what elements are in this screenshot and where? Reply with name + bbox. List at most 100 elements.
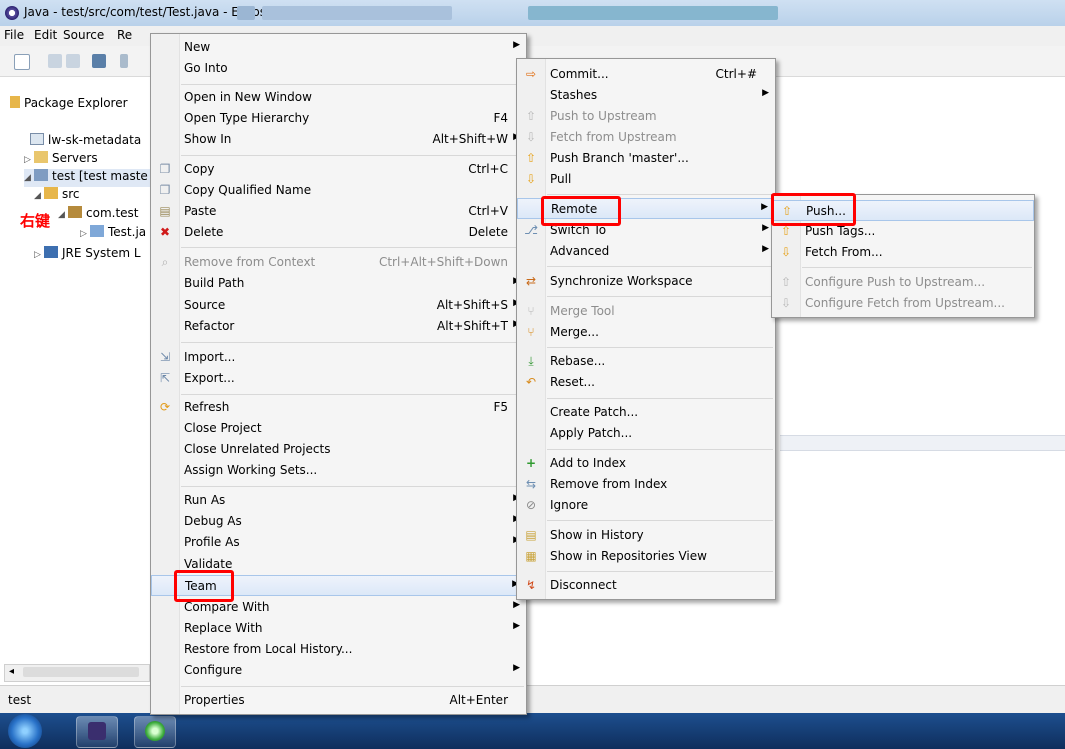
- collapse-arrow-icon[interactable]: ◢: [58, 210, 68, 220]
- terminal-icon[interactable]: [92, 54, 106, 68]
- start-button-icon[interactable]: [8, 714, 42, 748]
- tree-item[interactable]: ◢ com.test: [58, 206, 139, 224]
- tree-item[interactable]: ▷ Test.ja: [80, 225, 146, 243]
- remove-context-icon: ⌕: [161, 255, 169, 269]
- configure-fetch-icon: ⇩: [780, 296, 792, 310]
- menu-item-import[interactable]: ⇲ Import...: [151, 347, 526, 368]
- blurred-tab-icon: [237, 6, 255, 20]
- tree-item[interactable]: ▷ JRE System L: [34, 246, 141, 264]
- tree-item[interactable]: ◢ src: [34, 187, 80, 205]
- menu-source[interactable]: Source: [63, 28, 104, 42]
- menu-item-debug-as[interactable]: Debug As▶: [151, 511, 526, 532]
- menu-item-merge-tool[interactable]: ⑂ Merge Tool: [517, 301, 775, 322]
- menu-item-assign-working-sets[interactable]: Assign Working Sets...: [151, 460, 526, 481]
- reset-icon: ↶: [525, 375, 537, 389]
- menu-item-fetch-from[interactable]: ⇩ Fetch From...: [772, 242, 1034, 263]
- menu-item-build-path[interactable]: Build Path▶: [151, 273, 526, 294]
- menu-item-show-in-repositories[interactable]: ▦ Show in Repositories View: [517, 546, 775, 567]
- explorer-scrollbar[interactable]: ◂: [4, 664, 150, 682]
- task-eclipse[interactable]: [76, 716, 118, 748]
- menu-item-configure-fetch-upstream[interactable]: ⇩ Configure Fetch from Upstream...: [772, 293, 1034, 314]
- menu-item-open-type-hierarchy[interactable]: Open Type Hierarchy F4: [151, 108, 526, 129]
- menu-item-show-in-history[interactable]: ▤ Show in History: [517, 525, 775, 546]
- submenu-arrow-icon: ▶: [762, 88, 769, 98]
- menu-item-open-in-new-window[interactable]: Open in New Window: [151, 87, 526, 108]
- task-browser[interactable]: [134, 716, 176, 748]
- menu-edit[interactable]: Edit: [34, 28, 57, 42]
- new-icon[interactable]: [14, 54, 30, 70]
- menu-item-commit[interactable]: ⇨ Commit... Ctrl+#: [517, 64, 775, 85]
- menu-item-stashes[interactable]: Stashes ▶: [517, 85, 775, 106]
- menu-item-show-in[interactable]: Show InAlt+Shift+W▶: [151, 129, 526, 150]
- menu-item-advanced[interactable]: Advanced ▶: [517, 241, 775, 262]
- menu-item-copy-qualified-name[interactable]: ❐ Copy Qualified Name: [151, 180, 526, 201]
- menu-item-copy[interactable]: ❐ Copy Ctrl+C: [151, 159, 526, 180]
- menu-item-delete[interactable]: ✖ Delete Delete: [151, 222, 526, 243]
- source-folder-icon: [44, 187, 58, 199]
- menu-item-properties[interactable]: Properties Alt+Enter: [151, 690, 526, 711]
- title-bar: Java - test/src/com/test/Test.java - Ecl…: [0, 0, 1065, 26]
- expand-arrow-icon[interactable]: ▷: [24, 155, 34, 165]
- menu-file[interactable]: File: [4, 28, 24, 42]
- menu-item-apply-patch[interactable]: Apply Patch...: [517, 423, 775, 444]
- menu-item-reset[interactable]: ↶ Reset...: [517, 372, 775, 393]
- menu-item-close-project[interactable]: Close Project: [151, 418, 526, 439]
- menu-item-paste[interactable]: ▤ Paste Ctrl+V: [151, 201, 526, 222]
- expand-arrow-icon[interactable]: ▷: [80, 229, 90, 239]
- status-text: test: [8, 693, 32, 707]
- blurred-tab[interactable]: [262, 6, 452, 20]
- tree-item[interactable]: ▷ Servers: [24, 151, 98, 169]
- switch-branch-icon: ⎇: [524, 223, 538, 237]
- menu-item-refresh[interactable]: ⟳ Refresh F5: [151, 397, 526, 418]
- menu-item-remove-from-context[interactable]: ⌕ Remove from Context Ctrl+Alt+Shift+Down: [151, 252, 526, 273]
- menu-item-push-branch[interactable]: ⇧ Push Branch 'master'...: [517, 148, 775, 169]
- menu-item-create-patch[interactable]: Create Patch...: [517, 402, 775, 423]
- menu-item-ignore[interactable]: ⊘ Ignore: [517, 495, 775, 516]
- commit-icon: ⇨: [525, 67, 537, 81]
- menu-refactor[interactable]: Re: [117, 28, 132, 42]
- menu-item-run-as[interactable]: Run As▶: [151, 490, 526, 511]
- menu-item-synchronize-workspace[interactable]: ⇄ Synchronize Workspace: [517, 271, 775, 292]
- submenu-arrow-icon: ▶: [761, 202, 768, 212]
- menu-item-remove-from-index[interactable]: ⇆ Remove from Index: [517, 474, 775, 495]
- menu-item-refactor[interactable]: RefactorAlt+Shift+T▶: [151, 316, 526, 337]
- submenu-arrow-icon: ▶: [513, 600, 520, 610]
- toolbar-overflow-icon[interactable]: [120, 54, 128, 68]
- menu-item-disconnect[interactable]: ↯ Disconnect: [517, 575, 775, 596]
- menu-item-configure[interactable]: Configure ▶: [151, 660, 526, 681]
- menu-item-profile-as[interactable]: Profile As▶: [151, 532, 526, 553]
- menu-item-new[interactable]: New ▶: [151, 37, 526, 58]
- menu-item-go-into[interactable]: Go Into: [151, 58, 526, 79]
- menu-item-fetch-from-upstream[interactable]: ⇩ Fetch from Upstream: [517, 127, 775, 148]
- submenu-arrow-icon: ▶: [513, 663, 520, 673]
- menu-item-pull[interactable]: ⇩ Pull: [517, 169, 775, 190]
- menu-item-configure-push-upstream[interactable]: ⇧ Configure Push to Upstream...: [772, 272, 1034, 293]
- collapse-arrow-icon[interactable]: ◢: [34, 191, 44, 201]
- menu-item-rebase[interactable]: ⤓ Rebase...: [517, 351, 775, 372]
- expand-arrow-icon[interactable]: ▷: [34, 250, 44, 260]
- menu-item-push-to-upstream[interactable]: ⇧ Push to Upstream: [517, 106, 775, 127]
- folder-icon: [34, 151, 48, 163]
- package-explorer-tab[interactable]: Package Explorer: [10, 96, 128, 114]
- package-explorer-icon: [10, 96, 20, 108]
- team-submenu: ⇨ Commit... Ctrl+# Stashes ▶ ⇧ Push to Upstr…: [516, 58, 776, 600]
- menu-item-close-unrelated-projects[interactable]: Close Unrelated Projects: [151, 439, 526, 460]
- menu-item-export[interactable]: ⇱ Export...: [151, 368, 526, 389]
- save-all-icon[interactable]: [66, 54, 80, 68]
- tree-item[interactable]: lw-sk-metadata: [30, 133, 141, 151]
- menu-item-add-to-index[interactable]: + Add to Index: [517, 453, 775, 474]
- eclipse-taskbar-icon: [88, 722, 106, 740]
- tree-item-selected[interactable]: ◢ test [test maste: [24, 169, 150, 187]
- menu-item-replace-with[interactable]: Replace With ▶: [151, 618, 526, 639]
- menu-item-restore-local-history[interactable]: Restore from Local History...: [151, 639, 526, 660]
- menu-item-source[interactable]: SourceAlt+Shift+S▶: [151, 295, 526, 316]
- context-menu: New ▶ Go Into Open in New Window Open Typ…: [150, 33, 527, 715]
- save-icon[interactable]: [48, 54, 62, 68]
- collapse-arrow-icon[interactable]: ◢: [24, 173, 34, 183]
- push-branch-icon: ⇧: [525, 151, 537, 165]
- scroll-left-icon[interactable]: ◂: [9, 666, 14, 677]
- delete-icon: ✖: [159, 225, 171, 239]
- menu-item-merge[interactable]: ⑂ Merge...: [517, 322, 775, 343]
- blurred-tab-active[interactable]: [528, 6, 778, 20]
- scroll-thumb[interactable]: [23, 667, 139, 677]
